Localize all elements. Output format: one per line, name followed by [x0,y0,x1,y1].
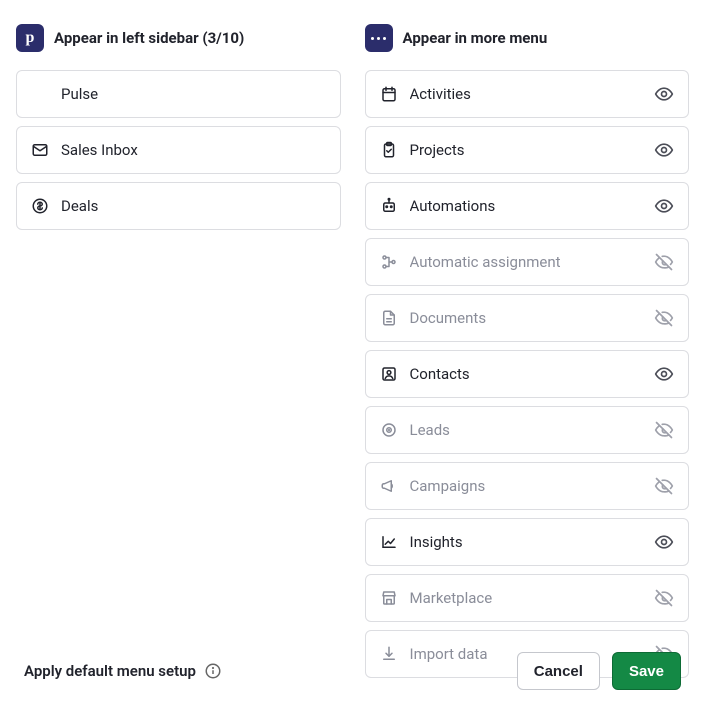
item-label: Projects [410,141,643,159]
left-item-pulse[interactable]: Pulse [16,70,341,118]
eye-visible-icon[interactable] [654,364,674,384]
left-item-sales-inbox[interactable]: Sales Inbox [16,126,341,174]
item-label: Marketplace [410,589,643,607]
right-item-activities[interactable]: Activities [365,70,690,118]
apply-default-label: Apply default menu setup [24,662,196,680]
right-item-marketplace[interactable]: Marketplace [365,574,690,622]
left-column-title: Appear in left sidebar (3/10) [54,29,244,47]
item-label: Campaigns [410,477,643,495]
target-icon [380,421,398,439]
eye-hidden-icon[interactable] [654,308,674,328]
item-label: Insights [410,533,643,551]
item-label: Deals [61,197,326,215]
clipboard-icon [380,141,398,159]
item-label: Documents [410,309,643,327]
item-label: Activities [410,85,643,103]
right-item-documents[interactable]: Documents [365,294,690,342]
eye-visible-icon[interactable] [654,532,674,552]
right-item-insights[interactable]: Insights [365,518,690,566]
pipedrive-p-icon: p [26,29,35,47]
chart-icon [380,533,398,551]
item-label: Leads [410,421,643,439]
store-icon [380,589,398,607]
save-button[interactable]: Save [612,652,681,690]
eye-hidden-icon[interactable] [654,252,674,272]
more-menu-badge [365,24,393,52]
sitemap-icon [380,253,398,271]
currency-icon [31,197,49,215]
more-menu-column: Appear in more menu Activities Projects Au… [365,24,690,678]
item-label: Sales Inbox [61,141,326,159]
file-icon [380,309,398,327]
cancel-button-label: Cancel [534,663,583,680]
megaphone-icon [380,477,398,495]
right-item-campaigns[interactable]: Campaigns [365,462,690,510]
robot-icon [380,197,398,215]
eye-visible-icon[interactable] [654,140,674,160]
right-item-contacts[interactable]: Contacts [365,350,690,398]
save-button-label: Save [629,663,664,680]
mail-icon [31,141,49,159]
left-item-deals[interactable]: Deals [16,182,341,230]
apply-default-link[interactable]: Apply default menu setup [24,662,222,680]
right-column-title: Appear in more menu [403,29,548,47]
contacts-icon [380,365,398,383]
left-column-header: p Appear in left sidebar (3/10) [16,24,341,52]
left-sidebar-column: p Appear in left sidebar (3/10) Pulse Sal… [16,24,341,678]
eye-visible-icon[interactable] [654,84,674,104]
info-icon [204,662,222,680]
eye-hidden-icon[interactable] [654,476,674,496]
footer: Apply default menu setup Cancel Save [24,652,681,690]
right-item-leads[interactable]: Leads [365,406,690,454]
right-item-automations[interactable]: Automations [365,182,690,230]
calendar-icon [380,85,398,103]
right-item-projects[interactable]: Projects [365,126,690,174]
right-item-automatic-assignment[interactable]: Automatic assignment [365,238,690,286]
dots-horizontal-icon [371,37,386,40]
right-column-header: Appear in more menu [365,24,690,52]
item-label: Pulse [61,85,326,103]
item-label: Contacts [410,365,643,383]
eye-visible-icon[interactable] [654,196,674,216]
eye-hidden-icon[interactable] [654,588,674,608]
cancel-button[interactable]: Cancel [517,652,600,690]
eye-hidden-icon[interactable] [654,420,674,440]
item-label: Automations [410,197,643,215]
pipedrive-logo-badge: p [16,24,44,52]
item-label: Automatic assignment [410,253,643,271]
